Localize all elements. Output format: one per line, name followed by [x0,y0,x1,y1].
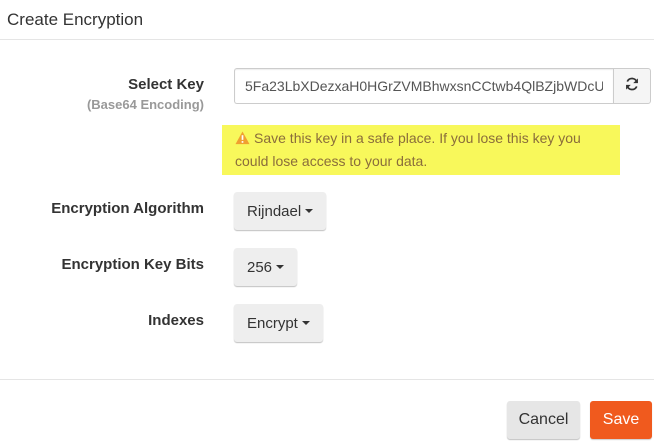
encryption-key-bits-dropdown[interactable]: 256 [234,248,298,286]
key-warning-alert: Save this key in a safe place. If you lo… [222,125,620,175]
key-input[interactable] [234,68,613,104]
indexes-value: Encrypt [247,314,298,332]
dialog-header: Create Encryption [0,0,654,40]
save-button[interactable]: Save [590,401,652,439]
create-encryption-dialog: Create Encryption Select Key (Base64 Enc… [0,0,654,443]
indexes-label: Indexes [148,312,204,329]
warning-text: Save this key in a safe place. If you lo… [235,130,581,169]
refresh-key-button[interactable] [613,68,651,104]
caret-down-icon [305,209,314,213]
caret-down-icon [301,321,310,325]
dialog-title: Create Encryption [7,10,144,29]
encryption-algorithm-value: Rijndael [247,202,302,220]
encryption-key-bits-label: Encryption Key Bits [61,256,204,273]
indexes-dropdown[interactable]: Encrypt [234,304,323,342]
encryption-algorithm-dropdown[interactable]: Rijndael [234,192,327,230]
key-input-group [234,68,651,104]
caret-down-icon [276,265,285,269]
encryption-algorithm-label: Encryption Algorithm [51,200,204,217]
select-key-sublabel: (Base64 Encoding) [86,97,204,112]
warning-triangle-icon [235,130,250,151]
encryption-key-bits-value: 256 [247,258,273,276]
footer-divider [0,379,654,380]
select-key-label: Select Key [128,76,204,93]
cancel-button[interactable]: Cancel [507,401,580,439]
refresh-icon [625,77,639,96]
